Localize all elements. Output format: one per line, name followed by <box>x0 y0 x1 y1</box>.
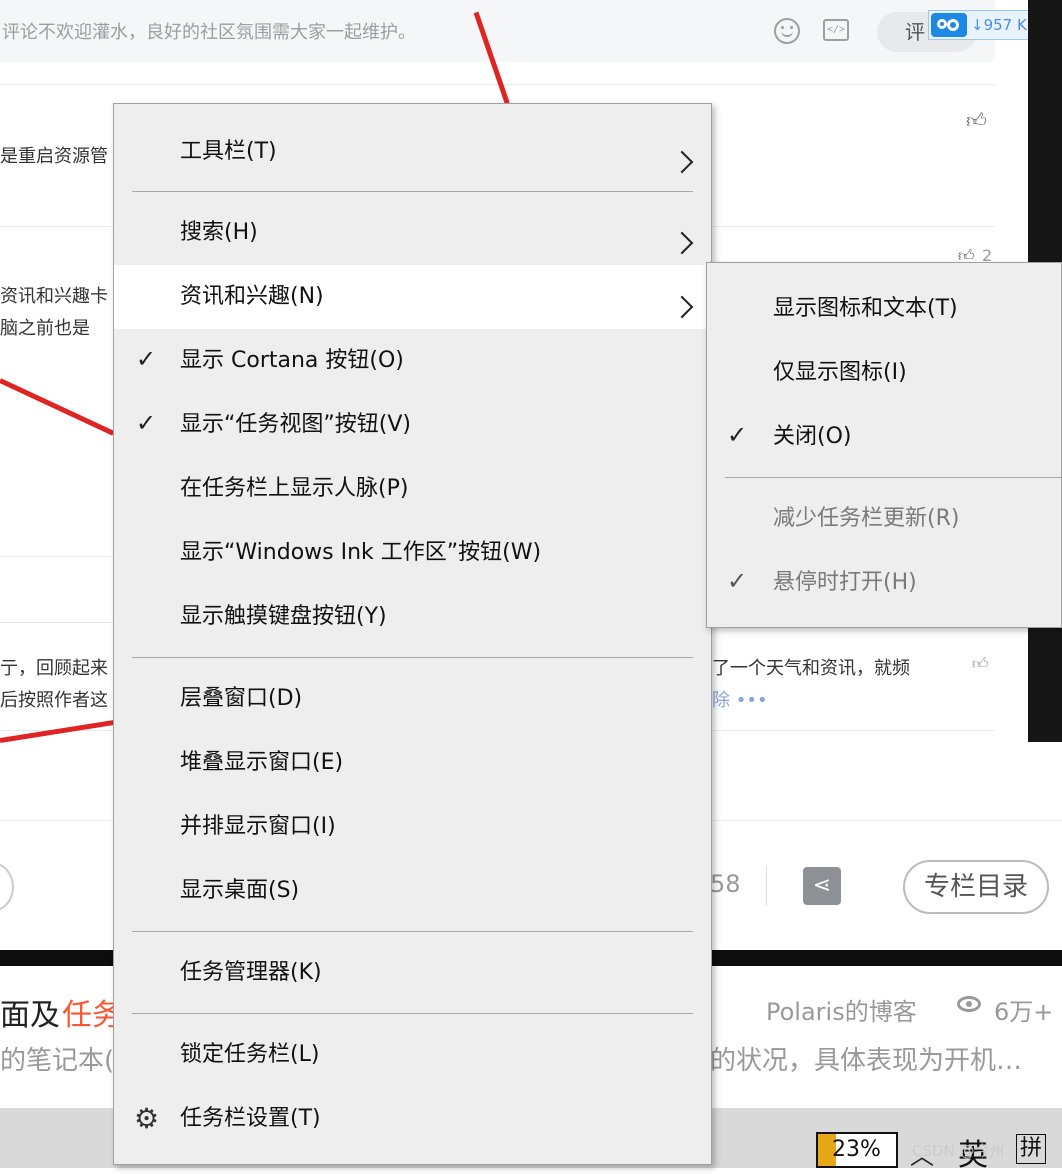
menu-separator <box>725 477 1061 478</box>
comment-fragment: 了一个天气和资讯，就频 <box>712 658 910 679</box>
menu-item-label: 显示桌面(S) <box>180 878 300 903</box>
menu-item[interactable]: 并排显示窗口(I) <box>114 795 711 859</box>
menu-item-label: 任务管理器(K) <box>180 960 322 985</box>
menu-item-label: 层叠窗口(D) <box>180 686 303 711</box>
comment-fragment: 资讯和兴趣卡 <box>0 286 108 307</box>
menu-item-label: 任务栏设置(T) <box>180 1106 321 1131</box>
submenu-item-label: 显示图标和文本(T) <box>773 296 958 321</box>
code-icon[interactable]: </> <box>823 19 849 41</box>
submenu-item-label: 关闭(O) <box>773 424 852 449</box>
menu-item-label: 显示“Windows Ink 工作区”按钮(W) <box>180 540 542 565</box>
red-arrow <box>0 378 115 436</box>
taskbar-context-menu: 工具栏(T) 搜索(H) 资讯和兴趣(N) ✓ 显示 Cortana 按钮(O) ✓ 显示“… <box>113 103 712 1165</box>
news-interests-submenu: 显示图标和文本(T) 仅显示图标(I) ✓ 关闭(O) 减少任务栏更新(R) ✓ 悬停时打开… <box>706 262 1062 628</box>
menu-item[interactable]: 在任务栏上显示人脉(P) <box>114 457 711 521</box>
comment-fragment: 亍，回顾起来 <box>0 658 108 679</box>
menu-item-label: 工具栏(T) <box>180 139 277 164</box>
chevron-right-icon <box>670 231 694 255</box>
chevron-right-icon <box>670 150 694 174</box>
comment-placeholder[interactable]: 评论不欢迎灌水，良好的社区氛围需大家一起维护。 <box>2 18 416 44</box>
checkmark-icon: ✓ <box>136 345 157 373</box>
checkmark-icon: ✓ <box>136 409 157 437</box>
column-directory-button[interactable]: 专栏目录 <box>903 860 1049 914</box>
ime-mode[interactable]: 拼 <box>1016 1134 1046 1164</box>
like-icon[interactable]: 👍︎ <box>966 108 987 133</box>
menu-item[interactable]: 工具栏(T) <box>114 120 711 184</box>
recommend-desc: 的笔记本( <box>0 1046 115 1076</box>
submenu-item[interactable]: 显示图标和文本(T) <box>707 277 1061 341</box>
watermark: CSDN @今州 <box>912 1142 1005 1160</box>
menu-item[interactable]: 资讯和兴趣(N) <box>114 265 711 329</box>
menu-item[interactable]: 搜索(H) <box>114 201 711 265</box>
menu-item-label: 并排显示窗口(I) <box>180 814 336 839</box>
menu-item-label: 显示“任务视图”按钮(V) <box>180 412 412 437</box>
separator <box>766 866 767 906</box>
menu-item-label: 搜索(H) <box>180 220 258 245</box>
chevron-right-icon <box>670 295 694 319</box>
comment-action[interactable]: 除 ••• <box>712 686 768 712</box>
comment-fragment: 后按照作者这 <box>0 690 108 711</box>
recommend-views: 6万+ <box>994 998 1054 1026</box>
recommend-desc: 的状况，具体表现为开机… <box>710 1046 1023 1076</box>
menu-item-label: 显示触摸键盘按钮(Y) <box>180 604 387 629</box>
battery-percent: 23% <box>832 1137 881 1162</box>
battery-indicator[interactable]: 23% <box>816 1132 898 1168</box>
menu-separator <box>132 931 693 932</box>
menu-separator <box>132 1013 693 1014</box>
menu-item-label: 显示 Cortana 按钮(O) <box>180 348 404 373</box>
submenu-item-label: 悬停时打开(H) <box>773 570 917 595</box>
eye-icon <box>957 996 981 1012</box>
comment-fragment: 是重启资源管 <box>0 146 108 167</box>
menu-separator <box>132 191 693 192</box>
comment-count[interactable]: 58 <box>710 870 741 898</box>
menu-item[interactable]: 堆叠显示窗口(E) <box>114 731 711 795</box>
menu-item-label: 锁定任务栏(L) <box>180 1042 320 1067</box>
menu-item[interactable]: ⚙ 任务栏设置(T) <box>114 1087 711 1151</box>
submenu-item[interactable]: 减少任务栏更新(R) <box>707 487 1061 551</box>
menu-item[interactable]: 锁定任务栏(L) <box>114 1023 711 1087</box>
recommend-title[interactable]: 面及 <box>0 990 60 1034</box>
menu-item[interactable]: 任务管理器(K) <box>114 941 711 1005</box>
menu-item-label: 堆叠显示窗口(E) <box>180 750 344 775</box>
menu-item[interactable]: 显示“Windows Ink 工作区”按钮(W) <box>114 521 711 585</box>
menu-item[interactable]: 层叠窗口(D) <box>114 667 711 731</box>
submenu-item-label: 减少任务栏更新(R) <box>773 506 960 531</box>
red-arrow <box>0 719 117 743</box>
comment-fragment: 脑之前也是 <box>0 318 90 339</box>
checkmark-icon: ✓ <box>727 567 748 595</box>
menu-separator <box>132 657 693 658</box>
menu-item[interactable]: 显示桌面(S) <box>114 859 711 923</box>
menu-item-label: 资讯和兴趣(N) <box>180 284 324 309</box>
emoji-icon[interactable] <box>774 18 800 44</box>
gear-icon: ⚙ <box>134 1102 160 1135</box>
menu-item[interactable]: ✓ 显示 Cortana 按钮(O) <box>114 329 711 393</box>
submenu-item[interactable]: 仅显示图标(I) <box>707 341 1061 405</box>
menu-item-label: 在任务栏上显示人脉(P) <box>180 476 409 501</box>
submenu-item-label: 仅显示图标(I) <box>773 360 907 385</box>
submenu-item[interactable]: ✓ 关闭(O) <box>707 405 1061 469</box>
submenu-item[interactable]: ✓ 悬停时打开(H) <box>707 551 1061 615</box>
recommend-author[interactable]: Polaris的博客 <box>766 992 917 1027</box>
checkmark-icon: ✓ <box>727 421 748 449</box>
like-icon[interactable]: 👍︎ <box>972 654 989 674</box>
cloud-icon <box>931 13 967 37</box>
share-icon[interactable]: ⋖ <box>803 867 841 905</box>
menu-item[interactable]: 显示触摸键盘按钮(Y) <box>114 585 711 649</box>
menu-item[interactable]: ✓ 显示“任务视图”按钮(V) <box>114 393 711 457</box>
